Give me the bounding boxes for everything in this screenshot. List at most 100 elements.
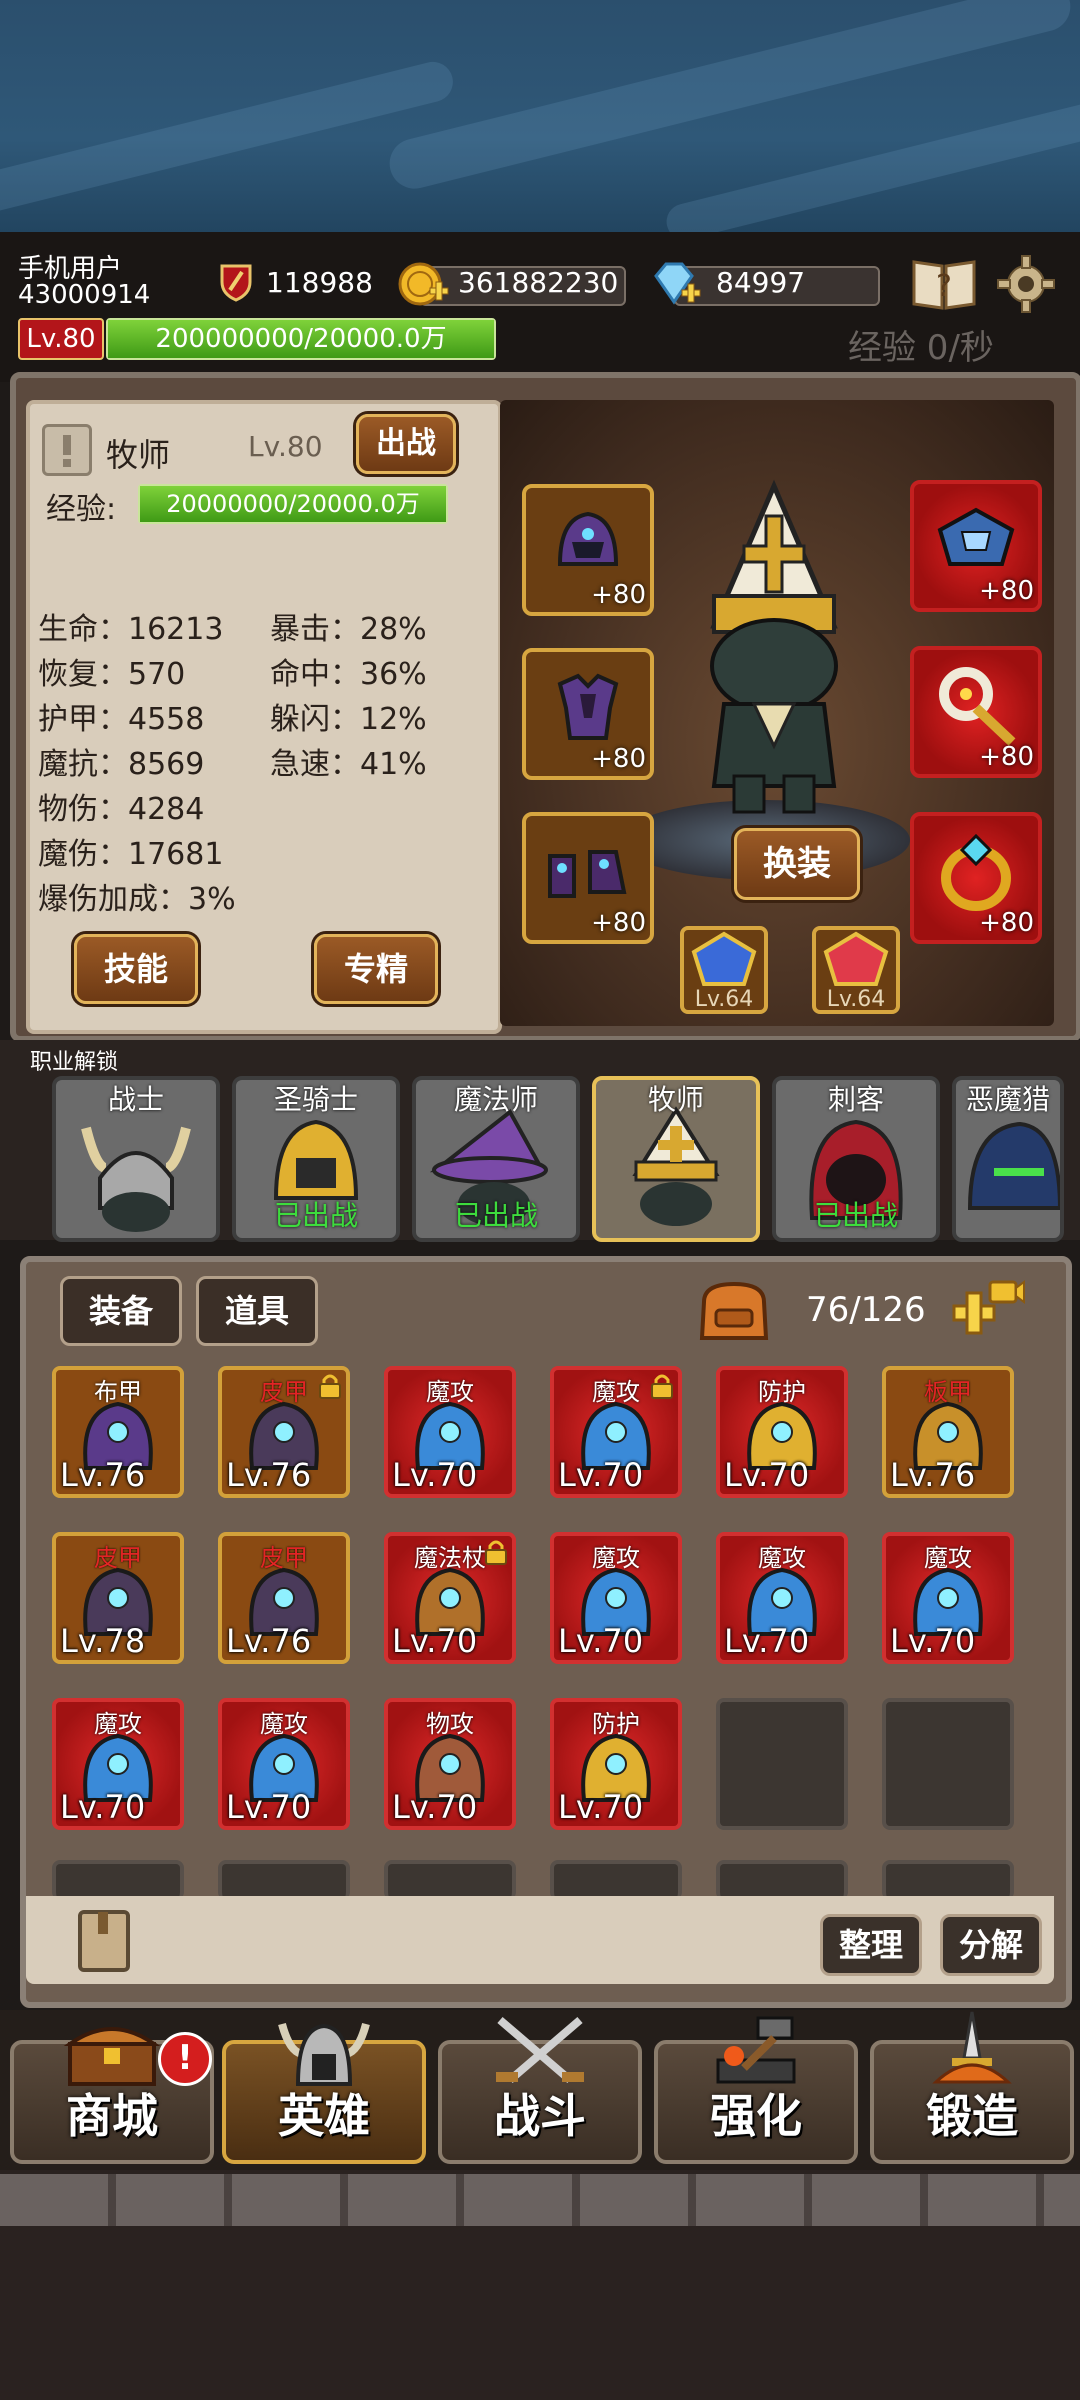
stat-crit-damage-bonus: 爆伤加成：3% xyxy=(38,882,236,917)
helmet-enhance-level: +80 xyxy=(591,580,646,610)
item-level-label: Lv.78 xyxy=(60,1622,146,1660)
specialize-button[interactable]: 专精 xyxy=(314,934,438,1004)
nav-enhance[interactable]: 强化 xyxy=(654,2016,858,2164)
diamond-plus-icon[interactable] xyxy=(650,258,702,310)
change-outfit-button[interactable]: 换装 xyxy=(734,828,860,900)
gem-slot-2[interactable]: Lv.64 xyxy=(812,926,900,1014)
hero-level: Lv.80 xyxy=(248,430,323,463)
expand-inventory-video-plus-icon[interactable] xyxy=(950,1276,1026,1340)
settings-gear-icon[interactable] xyxy=(996,254,1056,314)
user-id: 43000914 xyxy=(18,280,151,310)
class-card-demon-hunter[interactable]: 恶魔猎 xyxy=(952,1076,1064,1242)
nav-hero[interactable]: 英雄 xyxy=(222,2022,426,2164)
deploy-button[interactable]: 出战 xyxy=(356,414,456,474)
equip-slot-ring[interactable]: +80 xyxy=(910,812,1042,944)
inventory-item[interactable]: 防护 Lv.70 xyxy=(716,1366,848,1498)
item-level-label: Lv.70 xyxy=(724,1622,810,1660)
item-level-label: Lv.76 xyxy=(226,1622,312,1660)
diamond-value: 84997 xyxy=(716,266,806,299)
item-level-label: Lv.70 xyxy=(558,1622,644,1660)
equip-slot-offhand[interactable]: +80 xyxy=(910,480,1042,612)
inventory-item[interactable]: 物攻 Lv.70 xyxy=(384,1698,516,1830)
class-card-warrior[interactable]: 战士 xyxy=(52,1076,220,1242)
inventory-item[interactable]: 魔攻 Lv.70 xyxy=(716,1532,848,1664)
red-gem-icon xyxy=(823,931,889,986)
class-unlock-title: 职业解锁 xyxy=(30,1050,119,1075)
treasure-chest-icon xyxy=(63,2027,161,2086)
equip-slot-helmet[interactable]: +80 xyxy=(522,484,654,616)
spellbook-icon xyxy=(932,500,1020,580)
class-card-assassin[interactable]: 刺客 已出战 xyxy=(772,1076,940,1242)
inventory-slot-partial xyxy=(52,1860,184,1900)
class-status-assassin: 已出战 xyxy=(813,1199,898,1232)
inventory-slot-partial xyxy=(882,1860,1014,1900)
inventory-slot-empty[interactable] xyxy=(716,1698,848,1830)
priest-hero-portrait xyxy=(674,476,874,816)
stat-magic-resist: 魔抗：8569 xyxy=(38,747,205,782)
equip-slot-amulet[interactable]: +80 xyxy=(910,646,1042,778)
inventory-item[interactable]: 魔攻 Lv.70 xyxy=(218,1698,350,1830)
inventory-item[interactable]: 皮甲 Lv.76 xyxy=(218,1366,350,1498)
item-type-label: 魔攻 xyxy=(260,1710,308,1738)
item-type-label: 物攻 xyxy=(426,1710,474,1738)
boots-enhance-level: +80 xyxy=(591,908,646,938)
inventory-item[interactable]: 魔攻 Lv.70 xyxy=(550,1366,682,1498)
inventory-item[interactable]: 魔攻 Lv.70 xyxy=(550,1532,682,1664)
inventory-slot-empty[interactable] xyxy=(882,1698,1014,1830)
inventory-slot-partial xyxy=(218,1860,350,1900)
inventory-item[interactable]: 皮甲 Lv.78 xyxy=(52,1532,184,1664)
stat-haste: 急速：41% xyxy=(270,747,427,782)
class-card-mage[interactable]: 魔法师 已出战 xyxy=(412,1076,580,1242)
gem-slot-1[interactable]: Lv.64 xyxy=(680,926,768,1014)
equip-slot-armor[interactable]: +80 xyxy=(522,648,654,780)
gold-value: 361882230 xyxy=(458,266,619,299)
class-status-mage: 已出战 xyxy=(453,1199,538,1232)
amulet-icon xyxy=(932,664,1020,748)
nav-forge[interactable]: 锻造 xyxy=(870,2011,1074,2164)
inventory-item[interactable]: 板甲 Lv.76 xyxy=(882,1366,1014,1498)
inventory-item[interactable]: 魔法杖 Lv.70 xyxy=(384,1532,516,1664)
item-type-label: 魔攻 xyxy=(426,1378,474,1406)
ring-enhance-level: +80 xyxy=(979,908,1034,938)
inventory-item[interactable]: 防护 Lv.70 xyxy=(550,1698,682,1830)
hero-exp-bar: 20000000/20000.0万 xyxy=(138,484,448,524)
item-level-label: Lv.76 xyxy=(226,1456,312,1494)
tab-equipment[interactable]: 装备 xyxy=(60,1276,182,1346)
player-level-badge: Lv.80 xyxy=(18,318,104,360)
item-level-label: Lv.70 xyxy=(392,1622,478,1660)
item-level-label: Lv.70 xyxy=(558,1456,644,1494)
inventory-slot-partial xyxy=(550,1860,682,1900)
journal-book-icon[interactable] xyxy=(74,1908,134,1974)
gold-coin-plus-icon[interactable] xyxy=(398,258,450,310)
inventory-item[interactable]: 魔攻 Lv.70 xyxy=(52,1698,184,1830)
item-level-label: Lv.70 xyxy=(226,1788,312,1826)
nav-forge-label: 锻造 xyxy=(926,2089,1018,2143)
item-type-label: 布甲 xyxy=(94,1378,142,1406)
demon-hunter-portrait xyxy=(967,1121,1060,1210)
item-level-label: Lv.70 xyxy=(890,1622,976,1660)
class-card-priest[interactable]: 牧师 xyxy=(592,1076,760,1242)
blue-gem-icon xyxy=(691,931,757,986)
inventory-item[interactable]: 魔攻 Lv.70 xyxy=(882,1532,1014,1664)
hero-info-icon[interactable] xyxy=(42,424,92,476)
inventory-item[interactable]: 布甲 Lv.76 xyxy=(52,1366,184,1498)
armor-icon xyxy=(550,668,626,744)
inventory-item[interactable]: 魔攻 Lv.70 xyxy=(384,1366,516,1498)
class-card-paladin[interactable]: 圣骑士 已出战 xyxy=(232,1076,400,1242)
stat-accuracy: 命中：36% xyxy=(270,657,427,692)
decompose-button[interactable]: 分解 xyxy=(940,1914,1042,1976)
skill-button[interactable]: 技能 xyxy=(74,934,198,1004)
class-name-warrior: 战士 xyxy=(107,1083,164,1116)
nav-battle[interactable]: 战斗 xyxy=(438,2016,642,2164)
sort-button[interactable]: 整理 xyxy=(820,1914,922,1976)
stat-physical-damage: 物伤：4284 xyxy=(38,792,205,827)
quest-book-icon[interactable]: ? xyxy=(910,252,978,312)
tab-items[interactable]: 道具 xyxy=(196,1276,318,1346)
inventory-item[interactable]: 皮甲 Lv.76 xyxy=(218,1532,350,1664)
player-xp-bar: 200000000/20000.0万 xyxy=(106,318,496,360)
class-name-paladin: 圣骑士 xyxy=(273,1083,358,1116)
item-type-label: 板甲 xyxy=(924,1378,972,1406)
xp-rate-text: 经验 0/秒 xyxy=(848,328,994,368)
lock-icon xyxy=(651,1374,673,1399)
equip-slot-boots[interactable]: +80 xyxy=(522,812,654,944)
